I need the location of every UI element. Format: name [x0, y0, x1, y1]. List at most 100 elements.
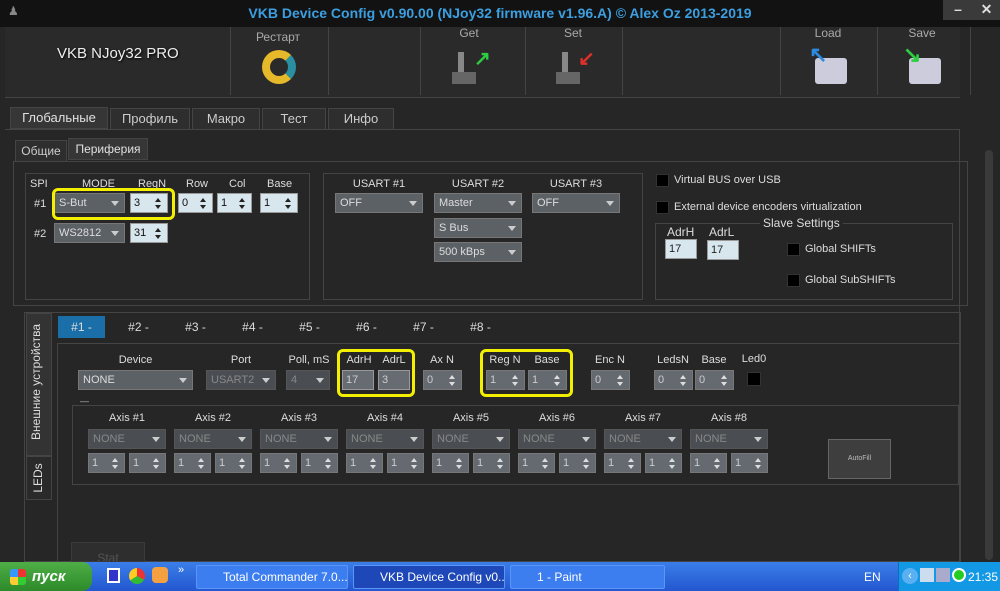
axis-spinner[interactable]: 1: [731, 453, 768, 473]
save-button[interactable]: Save ↘: [877, 26, 969, 95]
network-icon[interactable]: [920, 568, 934, 582]
global-shifts-label: Global SHIFTs: [805, 243, 876, 255]
poll-select[interactable]: 4: [286, 370, 330, 390]
device-tab-5[interactable]: #5 -: [286, 316, 333, 338]
encn-spinner[interactable]: 0: [591, 370, 630, 390]
axis-spinner[interactable]: 1: [260, 453, 297, 473]
tab-macro[interactable]: Макро: [192, 108, 260, 130]
axis-select[interactable]: NONE: [88, 429, 166, 449]
slave-adrl-label: AdrL: [709, 225, 735, 239]
axis-select[interactable]: NONE: [432, 429, 510, 449]
close-button[interactable]: ✕: [973, 0, 1000, 20]
tab-info[interactable]: Инфо: [328, 108, 394, 130]
axis-spinner[interactable]: 1: [387, 453, 424, 473]
axis-spinner[interactable]: 1: [432, 453, 469, 473]
axis-spinner[interactable]: 1: [518, 453, 555, 473]
axis-spinner[interactable]: 1: [301, 453, 338, 473]
chrome-icon[interactable]: [129, 568, 145, 584]
axis-spinner[interactable]: 1: [604, 453, 641, 473]
quicklaunch-more-button[interactable]: »: [178, 564, 184, 576]
usart1-label: USART #1: [352, 178, 406, 190]
axis-label: Axis #7: [624, 412, 662, 424]
axis-spinner[interactable]: 1: [129, 453, 166, 473]
tab-globals[interactable]: Глобальные: [10, 107, 108, 129]
leds-base-spinner[interactable]: 0: [695, 370, 734, 390]
axis-spinner[interactable]: 1: [174, 453, 211, 473]
global-shifts-checkbox[interactable]: [787, 243, 800, 256]
vtab-external-devices[interactable]: Внешние устройства: [26, 313, 52, 456]
restart-button[interactable]: Рестарт: [233, 30, 325, 95]
col-label: Col: [229, 178, 246, 190]
slave-adrh-input[interactable]: 17: [665, 239, 697, 259]
network-disconnected-icon[interactable]: [936, 568, 950, 582]
axis-select[interactable]: NONE: [604, 429, 682, 449]
ext-encoders-checkbox[interactable]: [656, 201, 669, 214]
axis-select[interactable]: NONE: [518, 429, 596, 449]
axis-spinner[interactable]: 1: [346, 453, 383, 473]
axis-label: Axis #4: [366, 412, 404, 424]
slave-adrl-input[interactable]: 17: [707, 240, 739, 260]
port-select[interactable]: USART2: [206, 370, 276, 390]
axis-select[interactable]: NONE: [690, 429, 768, 449]
device-tab-7[interactable]: #7 -: [400, 316, 447, 338]
get-button[interactable]: Get ↗: [424, 26, 516, 95]
axis-spinner[interactable]: 1: [645, 453, 682, 473]
ledsn-spinner[interactable]: 0: [654, 370, 693, 390]
led0-indicator[interactable]: [747, 372, 761, 386]
subtab-general[interactable]: Общие: [15, 140, 67, 162]
axis-label: Axis #8: [710, 412, 748, 424]
device-tab-4[interactable]: #4 -: [229, 316, 276, 338]
axn-spinner[interactable]: 0: [423, 370, 462, 390]
axis-select[interactable]: NONE: [346, 429, 424, 449]
spi2-mode-select[interactable]: WS2812: [54, 223, 125, 243]
axis-spinner[interactable]: 1: [215, 453, 252, 473]
quicklaunch-app-icon[interactable]: [152, 567, 168, 583]
axis-spinner[interactable]: 1: [88, 453, 125, 473]
axis-spinner[interactable]: 1: [559, 453, 596, 473]
vtab-leds[interactable]: LEDs: [26, 456, 52, 500]
spi2-regn-spinner[interactable]: 31: [130, 223, 168, 243]
load-button[interactable]: Load ↖: [783, 26, 875, 95]
axis-select[interactable]: NONE: [260, 429, 338, 449]
spi1-col-spinner[interactable]: 1: [217, 193, 252, 213]
spi1-base-spinner[interactable]: 1: [260, 193, 298, 213]
tab-test[interactable]: Тест: [262, 108, 326, 130]
device-tab-1[interactable]: #1 -: [58, 316, 105, 338]
language-indicator[interactable]: EN: [864, 570, 881, 584]
floppy-icon[interactable]: [107, 568, 120, 583]
subtab-peripherals[interactable]: Периферия: [68, 138, 148, 160]
hdd-save-icon: ↘: [903, 42, 943, 86]
usart1-select[interactable]: OFF: [335, 193, 423, 213]
minimize-button[interactable]: –: [943, 0, 973, 20]
axis-label: Axis #2: [194, 412, 232, 424]
stat-button[interactable]: Stat: [71, 542, 145, 562]
set-button[interactable]: Set ↙: [528, 26, 620, 95]
virtual-bus-checkbox[interactable]: [656, 174, 669, 187]
spi1-row-spinner[interactable]: 0: [178, 193, 213, 213]
usart2-protocol-select[interactable]: S Bus: [434, 218, 522, 238]
device-tab-8[interactable]: #8 -: [457, 316, 504, 338]
tab-profile[interactable]: Профиль: [110, 108, 190, 130]
device-tab-2[interactable]: #2 -: [115, 316, 162, 338]
usart2-mode-select[interactable]: Master: [434, 193, 522, 213]
autofill-button[interactable]: AutoFill: [828, 439, 891, 479]
axis-label: Axis #3: [280, 412, 318, 424]
spi-label: SPI: [30, 178, 48, 190]
global-subshifts-checkbox[interactable]: [787, 274, 800, 287]
tray-expand-icon[interactable]: ‹: [902, 568, 918, 584]
usart3-select[interactable]: OFF: [532, 193, 620, 213]
scrollbar[interactable]: [985, 150, 993, 560]
device-tab-6[interactable]: #6 -: [343, 316, 390, 338]
task-paint[interactable]: 1 - Paint: [510, 565, 665, 589]
port-label: Port: [230, 354, 252, 366]
device-select[interactable]: NONE: [78, 370, 193, 390]
slave-adrh-label: AdrH: [667, 225, 695, 239]
task-total-commander[interactable]: Total Commander 7.0...: [196, 565, 348, 589]
device-tab-3[interactable]: #3 -: [172, 316, 219, 338]
axis-select[interactable]: NONE: [174, 429, 252, 449]
task-vkb-config[interactable]: VKB Device Config v0...: [353, 565, 505, 589]
axis-spinner[interactable]: 1: [473, 453, 510, 473]
tray-app-icon[interactable]: [952, 568, 966, 582]
axis-spinner[interactable]: 1: [690, 453, 727, 473]
usart2-speed-select[interactable]: 500 kBps: [434, 242, 522, 262]
